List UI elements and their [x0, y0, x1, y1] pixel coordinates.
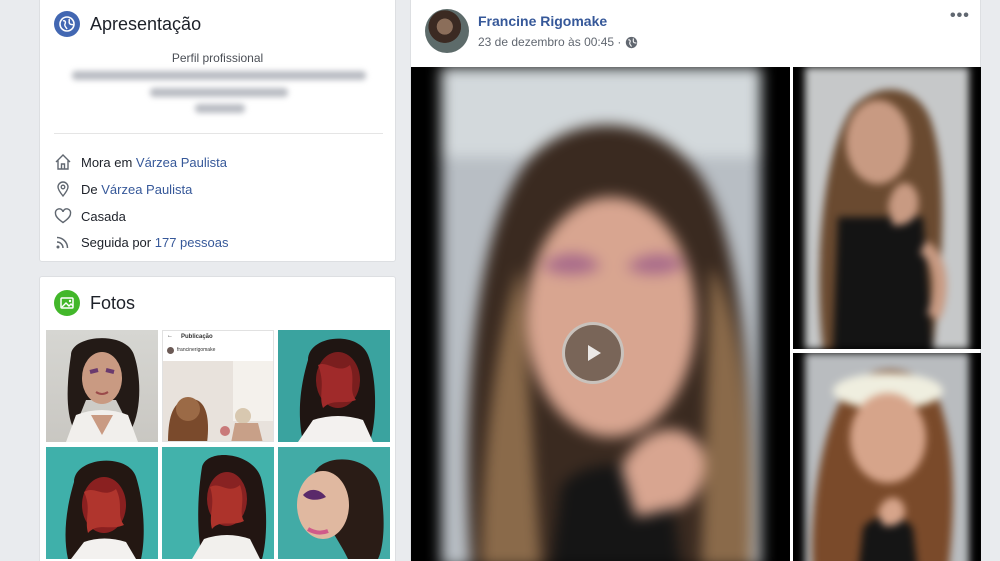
photo-thumbnail-2[interactable]: ← Publicação francinerigomake	[162, 330, 274, 442]
photo-thumbnail-5[interactable]	[162, 447, 274, 559]
photo-thumbnail-1[interactable]	[46, 330, 158, 442]
photos-title: Fotos	[90, 292, 136, 313]
post-options-button[interactable]: •••	[950, 7, 970, 25]
lives-prefix: Mora em	[81, 154, 133, 170]
photo-thumbnail-3[interactable]	[278, 330, 390, 442]
globe-icon	[54, 11, 80, 37]
intro-title: Apresentação	[90, 13, 202, 34]
photo-icon	[54, 290, 80, 316]
rss-feed-icon	[54, 233, 72, 251]
photo-thumbnail-6[interactable]	[278, 447, 390, 559]
author-avatar[interactable]	[425, 9, 469, 53]
privacy-globe-icon[interactable]	[625, 36, 638, 49]
intro-card: Apresentação Perfil profissional Mora em…	[39, 0, 396, 262]
post-video-main[interactable]	[411, 67, 790, 561]
intro-header: Apresentação	[54, 11, 201, 37]
thumb-avatar	[167, 347, 174, 354]
followers-link[interactable]: 177 pessoas	[155, 235, 229, 250]
thumb-back-arrow: ←	[167, 333, 173, 339]
thumb-header-text: Publicação	[181, 334, 213, 340]
lives-city-link[interactable]: Várzea Paulista	[136, 155, 227, 170]
post-timestamp-row: 23 de dezembro às 00:45 ·	[478, 35, 638, 49]
photo-thumbnail-4[interactable]	[46, 447, 158, 559]
lives-in-row: Mora em Várzea Paulista	[54, 153, 227, 171]
blurred-bio-line	[150, 88, 288, 97]
blurred-bio-line	[195, 104, 245, 113]
location-pin-icon	[54, 180, 72, 198]
from-row: De Várzea Paulista	[54, 180, 192, 198]
thumb-username: francinerigomake	[177, 347, 216, 353]
profile-label: Perfil profissional	[171, 51, 264, 65]
heart-icon	[54, 207, 72, 225]
post-photo-side-top[interactable]	[793, 67, 981, 349]
post-photo-side-bottom[interactable]	[793, 353, 981, 561]
home-icon	[54, 153, 72, 171]
divider	[54, 133, 383, 134]
blurred-bio-line	[72, 71, 366, 80]
relationship-status: Casada	[81, 208, 126, 224]
post-card: Francine Rigomake 23 de dezembro às 00:4…	[410, 0, 981, 561]
followed-prefix: Seguida por	[81, 234, 152, 250]
from-city-link[interactable]: Várzea Paulista	[101, 182, 192, 197]
photos-card: Fotos ← Publicação francinerigomake	[39, 276, 396, 561]
post-author-link[interactable]: Francine Rigomake	[478, 13, 607, 29]
video-play-button[interactable]	[562, 322, 624, 384]
photos-header: Fotos	[54, 290, 135, 316]
post-timestamp[interactable]: 23 de dezembro às 00:45 ·	[478, 35, 621, 49]
followers-row: Seguida por 177 pessoas	[54, 233, 228, 251]
relationship-row: Casada	[54, 207, 126, 225]
from-prefix: De	[81, 181, 98, 197]
